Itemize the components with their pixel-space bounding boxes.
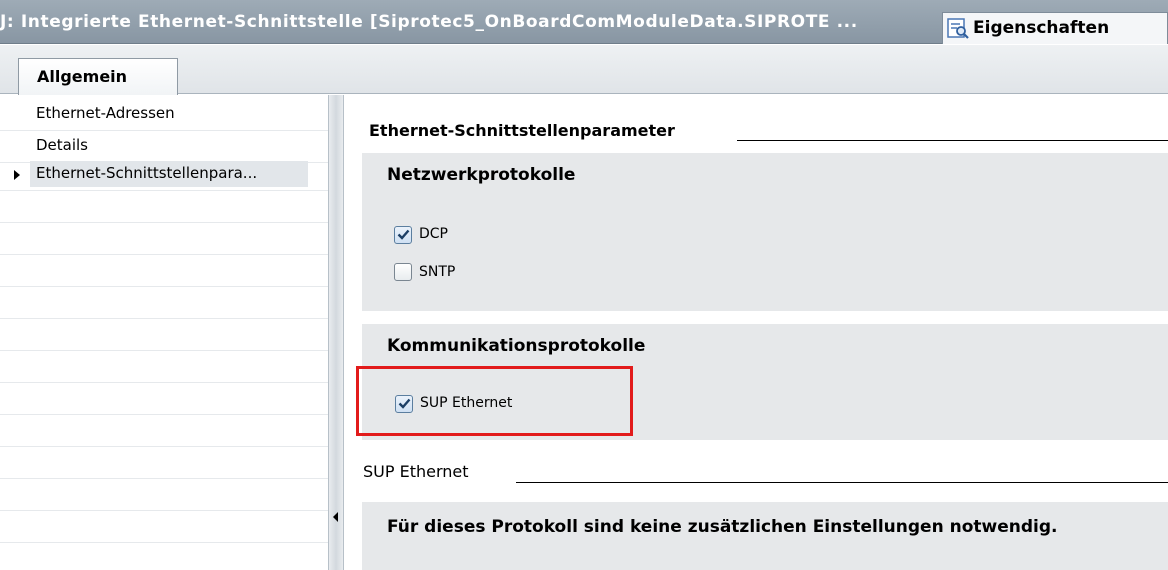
left-navigation: Ethernet-Adressen Details Ethernet-Schni… bbox=[0, 95, 328, 570]
nav-item-ethernet-schnittstellenparameter[interactable]: Ethernet-Schnittstellenpara... bbox=[0, 159, 328, 191]
properties-label: Eigenschaften bbox=[973, 18, 1110, 38]
section-divider bbox=[737, 140, 1168, 141]
nav-item-label: Details bbox=[36, 136, 89, 154]
nav-empty-row bbox=[0, 479, 328, 511]
nav-empty-row bbox=[0, 383, 328, 415]
tab-allgemein[interactable]: Allgemein bbox=[18, 58, 178, 95]
nav-empty-row bbox=[0, 191, 328, 223]
properties-tab-button[interactable]: Eigenschaften bbox=[942, 12, 1168, 44]
nav-item-ethernet-adressen[interactable]: Ethernet-Adressen bbox=[0, 99, 328, 131]
section-header-sup-ethernet: SUP Ethernet bbox=[363, 462, 469, 481]
checkbox-dcp[interactable] bbox=[394, 226, 412, 244]
nav-item-label: Ethernet-Adressen bbox=[36, 104, 175, 122]
highlight-box bbox=[356, 366, 633, 436]
tab-strip: Allgemein bbox=[0, 45, 1168, 95]
group-title-netzwerkprotokolle: Netzwerkprotokolle bbox=[387, 165, 576, 185]
collapse-arrow-icon[interactable] bbox=[333, 512, 338, 522]
nav-empty-row bbox=[0, 255, 328, 287]
nav-empty-row bbox=[0, 223, 328, 255]
title-bar: J: Integrierte Ethernet-Schnittstelle [S… bbox=[0, 0, 1168, 44]
section-divider bbox=[516, 482, 1168, 483]
nav-empty-row bbox=[0, 351, 328, 383]
section-header-ethernet-parameter: Ethernet-Schnittstellenparameter bbox=[369, 121, 675, 140]
nav-empty-row bbox=[0, 415, 328, 447]
group-netzwerkprotokolle: Netzwerkprotokolle DCP SNTP bbox=[362, 153, 1168, 311]
checkbox-sntp[interactable] bbox=[394, 263, 412, 281]
nav-empty-row bbox=[0, 511, 328, 543]
sup-info-text: Für dieses Protokoll sind keine zusätzli… bbox=[387, 517, 1058, 537]
label-dcp[interactable]: DCP bbox=[419, 226, 448, 242]
checkmark-icon bbox=[397, 229, 410, 240]
nav-empty-row bbox=[0, 319, 328, 351]
group-sup-info: Für dieses Protokoll sind keine zusätzli… bbox=[362, 502, 1168, 570]
properties-magnifier-icon bbox=[947, 18, 969, 39]
tab-allgemein-label: Allgemein bbox=[37, 67, 128, 86]
nav-item-label: Ethernet-Schnittstellenpara... bbox=[36, 164, 258, 182]
label-sntp[interactable]: SNTP bbox=[419, 264, 455, 280]
group-separator bbox=[362, 311, 1168, 312]
main-panel: Ethernet-Schnittstellenparameter Netzwer… bbox=[344, 95, 1168, 570]
group-title-kommunikationsprotokolle: Kommunikationsprotokolle bbox=[387, 336, 646, 356]
panel-splitter[interactable] bbox=[328, 95, 344, 570]
nav-empty-row bbox=[0, 287, 328, 319]
window-title: J: Integrierte Ethernet-Schnittstelle [S… bbox=[0, 12, 858, 32]
expand-arrow-icon[interactable] bbox=[14, 170, 20, 180]
nav-empty-row bbox=[0, 447, 328, 479]
